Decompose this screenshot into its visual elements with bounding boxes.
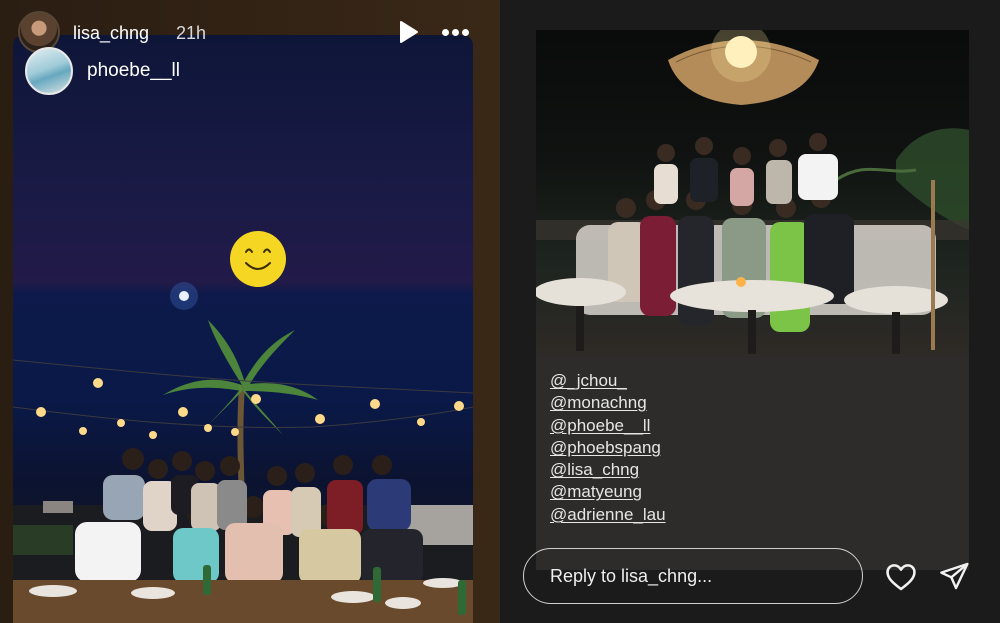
story-photo-group-night: [13, 35, 473, 623]
send-icon: [940, 562, 969, 590]
smiley-sticker-icon: [230, 231, 286, 287]
mentions-list: @_jchou_ @monachng @phoebe__ll @phoebspa…: [550, 370, 850, 526]
story-photo-scene: [13, 282, 473, 623]
mention-link[interactable]: @adrienne_lau: [550, 504, 850, 526]
mention-link[interactable]: @monachng: [550, 392, 850, 414]
play-button[interactable]: [398, 20, 420, 44]
story-header: lisa_chng 21h: [18, 10, 488, 54]
story-viewer-left[interactable]: lisa_chng 21h phoebe__ll: [0, 0, 500, 623]
mention-link[interactable]: @phoebspang: [550, 437, 850, 459]
mention-sticker-username[interactable]: phoebe__ll: [87, 60, 180, 82]
more-options-button[interactable]: [440, 20, 472, 44]
play-icon: [400, 21, 418, 43]
mention-link[interactable]: @matyeung: [550, 481, 850, 503]
story-author-username[interactable]: lisa_chng: [73, 23, 149, 44]
story-viewer-right[interactable]: @_jchou_ @monachng @phoebe__ll @phoebspa…: [500, 0, 1000, 623]
heart-icon: [886, 564, 916, 591]
mention-link[interactable]: @phoebe__ll: [550, 415, 850, 437]
mention-link[interactable]: @_jchou_: [550, 370, 850, 392]
story-card: @_jchou_ @monachng @phoebe__ll @phoebspa…: [536, 30, 969, 570]
mention-sticker-avatar[interactable]: [25, 47, 73, 95]
reply-input[interactable]: [523, 548, 863, 604]
mention-link[interactable]: @lisa_chng: [550, 459, 850, 481]
story-timestamp: 21h: [176, 23, 207, 43]
story-photo-group-dinner: [536, 30, 969, 354]
story-photo-scene: [536, 30, 969, 354]
like-button[interactable]: [884, 560, 918, 594]
send-button[interactable]: [938, 560, 970, 592]
